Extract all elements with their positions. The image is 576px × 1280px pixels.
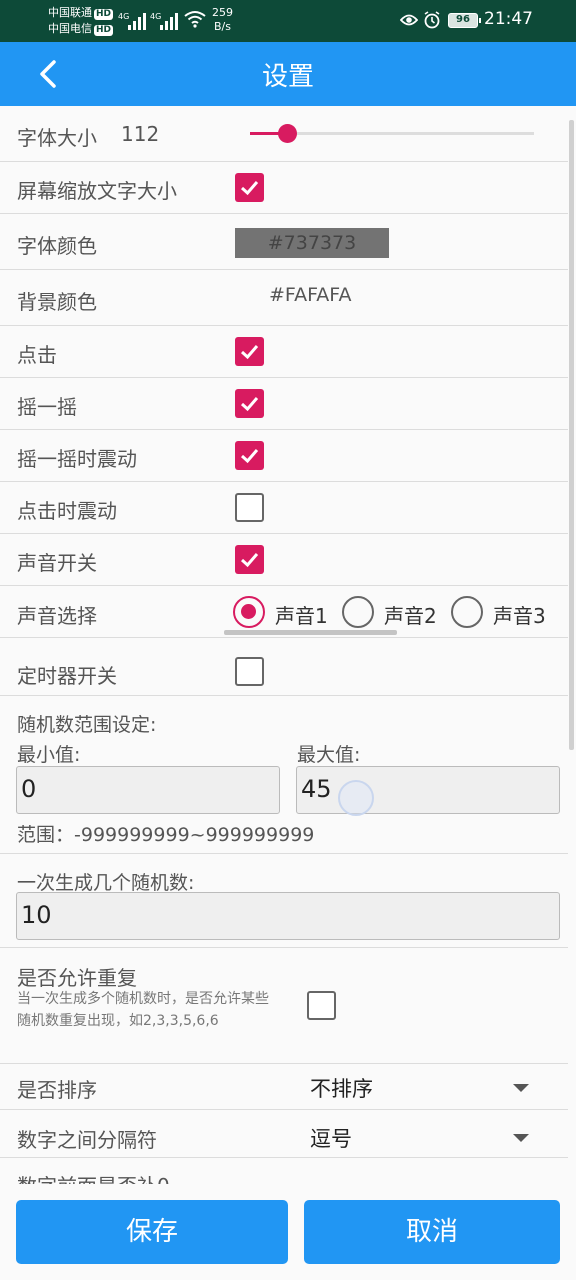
font-size-slider[interactable]	[250, 124, 534, 143]
font-size-row: 字体大小 112	[0, 106, 568, 162]
check-icon	[240, 345, 259, 360]
screen-zoom-checkbox[interactable]	[235, 173, 264, 202]
hd-badge-1: HD	[94, 9, 114, 20]
app-bar: 设置	[0, 42, 576, 106]
signal-icon-1	[128, 12, 148, 30]
allow-repeat-label: 是否允许重复	[17, 966, 137, 990]
allow-repeat-row: 是否允许重复 当一次生成多个随机数时，是否允许某些随机数重复出现，如2,3,3,…	[0, 948, 568, 1064]
separator-label: 数字之间分隔符	[17, 1128, 157, 1152]
min-label: 最小值:	[17, 744, 81, 766]
font-size-value: 112	[121, 122, 160, 146]
allow-repeat-checkbox[interactable]	[307, 991, 336, 1020]
font-color-row: 字体颜色 #737373	[0, 214, 568, 270]
slider-thumb[interactable]	[277, 124, 297, 143]
network-speed: 259 B/s	[212, 6, 233, 33]
pad-zero-label: 数字前面是否补0	[17, 1170, 170, 1184]
font-color-label: 字体颜色	[17, 234, 97, 258]
sound-2-radio[interactable]	[342, 596, 374, 628]
bg-color-value[interactable]: #FAFAFA	[269, 284, 351, 306]
timer-switch-label: 定时器开关	[17, 664, 117, 688]
shake-vibrate-row: 摇一摇时震动	[0, 430, 568, 482]
signal-icon-2	[160, 12, 180, 30]
save-button[interactable]: 保存	[16, 1200, 288, 1264]
battery-icon: 96	[448, 13, 481, 28]
check-icon	[240, 181, 259, 196]
shake-vibrate-label: 摇一摇时震动	[17, 447, 137, 471]
carrier-info: 中国联通 HD 中国电信 HD	[48, 5, 114, 37]
check-icon	[240, 449, 259, 464]
dropdown-arrow-icon[interactable]	[513, 1134, 529, 1142]
status-bar: 中国联通 HD 中国电信 HD 4G 4G 259 B/s 96 21:47	[0, 0, 576, 42]
settings-list[interactable]: 字体大小 112 屏幕缩放文字大小 字体颜色 #737373 背景颜色 #FAF…	[0, 106, 568, 1184]
wifi-icon	[184, 11, 206, 28]
font-size-label: 字体大小	[17, 126, 97, 150]
max-label: 最大值:	[297, 744, 361, 766]
check-icon	[240, 553, 259, 568]
carrier-2: 中国电信	[48, 22, 92, 35]
sound-switch-checkbox[interactable]	[235, 545, 264, 574]
timer-switch-row: 定时器开关	[0, 638, 568, 696]
click-vibrate-row: 点击时震动	[0, 482, 568, 534]
shake-checkbox[interactable]	[235, 389, 264, 418]
font-color-swatch[interactable]: #737373	[235, 228, 389, 258]
random-count-label: 一次生成几个随机数:	[17, 872, 195, 894]
click-label: 点击	[17, 343, 57, 367]
radio-scroll-indicator[interactable]	[224, 630, 397, 635]
min-value-input[interactable]: 0	[16, 766, 280, 814]
bg-color-row: 背景颜色 #FAFAFA	[0, 270, 568, 326]
clock: 21:47	[484, 9, 533, 29]
scrollbar[interactable]	[569, 120, 574, 750]
shake-label: 摇一摇	[17, 395, 77, 419]
sort-row[interactable]: 是否排序 不排序	[0, 1064, 568, 1110]
cancel-button[interactable]: 取消	[304, 1200, 560, 1264]
click-vibrate-label: 点击时震动	[17, 499, 117, 523]
random-count-section: 一次生成几个随机数: 10	[0, 854, 568, 948]
sound-1-label[interactable]: 声音1	[275, 600, 328, 629]
pad-zero-row: 数字前面是否补0	[0, 1158, 568, 1184]
shake-vibrate-checkbox[interactable]	[235, 441, 264, 470]
page-title: 设置	[261, 62, 314, 92]
click-row: 点击	[0, 326, 568, 378]
check-icon	[240, 397, 259, 412]
screen-zoom-label: 屏幕缩放文字大小	[17, 179, 177, 203]
click-vibrate-checkbox[interactable]	[235, 493, 264, 522]
random-count-input[interactable]: 10	[16, 892, 560, 940]
dropdown-arrow-icon[interactable]	[513, 1084, 529, 1092]
sort-label: 是否排序	[17, 1078, 97, 1102]
sound-3-radio[interactable]	[451, 596, 483, 628]
separator-row[interactable]: 数字之间分隔符 逗号	[0, 1110, 568, 1158]
sound-1-radio[interactable]	[233, 596, 265, 628]
alarm-icon	[424, 11, 440, 29]
timer-switch-checkbox[interactable]	[235, 657, 264, 686]
button-bar: 保存 取消	[0, 1184, 576, 1280]
hd-badge-2: HD	[94, 25, 114, 36]
sound-switch-label: 声音开关	[17, 551, 97, 575]
max-value-input[interactable]: 45	[296, 766, 560, 814]
random-range-label: 随机数范围设定:	[17, 714, 157, 736]
bg-color-label: 背景颜色	[17, 290, 97, 314]
random-range-section: 随机数范围设定: 最小值: 最大值: 0 45 范围：-999999999~99…	[0, 696, 568, 854]
allow-repeat-description: 当一次生成多个随机数时，是否允许某些随机数重复出现，如2,3,3,5,6,6	[17, 991, 269, 1029]
range-hint: 范围：-999999999~999999999	[17, 824, 315, 846]
touch-ripple	[338, 780, 374, 816]
shake-row: 摇一摇	[0, 378, 568, 430]
sound-switch-row: 声音开关	[0, 534, 568, 586]
click-checkbox[interactable]	[235, 337, 264, 366]
sound-select-row: 声音选择 声音1 声音2 声音3	[0, 586, 568, 638]
separator-select[interactable]: 逗号	[310, 1123, 352, 1153]
sound-select-label: 声音选择	[17, 604, 97, 628]
sound-3-label[interactable]: 声音3	[493, 600, 546, 629]
sound-2-label[interactable]: 声音2	[384, 600, 437, 629]
sort-select[interactable]: 不排序	[310, 1073, 373, 1103]
eye-icon	[400, 14, 418, 26]
screen-zoom-row: 屏幕缩放文字大小	[0, 162, 568, 214]
carrier-1: 中国联通	[48, 6, 92, 19]
